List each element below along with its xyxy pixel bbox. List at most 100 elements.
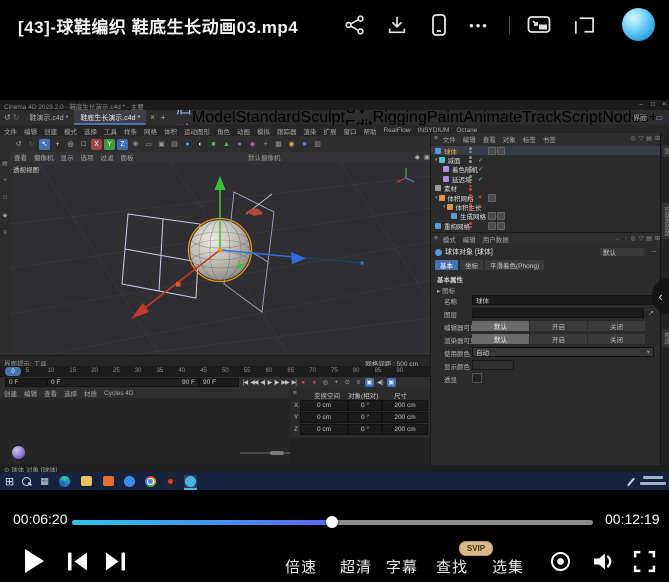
layout-tab-0[interactable]: 启动 — [176, 110, 192, 126]
menu-扩展[interactable]: 扩展 — [324, 126, 337, 136]
om-menu-对象[interactable]: 对象 — [503, 134, 516, 144]
object-row-延迟域[interactable]: 延迟域✓ — [431, 174, 661, 183]
toolbar-icon-16[interactable]: ▲ — [221, 139, 232, 150]
next-episode-button[interactable] — [104, 551, 127, 577]
toolbar-icon-5[interactable]: □ — [78, 139, 89, 150]
tri-option-开启[interactable]: 开启 — [530, 334, 588, 344]
transport-extra-3[interactable]: + — [332, 378, 341, 387]
visibility-dot[interactable] — [469, 194, 472, 197]
timeline-playhead[interactable]: 0 — [5, 367, 21, 376]
display-color-swatch[interactable] — [472, 360, 514, 370]
dock-tab-层[interactable]: 层 — [662, 145, 669, 157]
left-tool-icon-0[interactable]: ▤ — [2, 160, 8, 167]
left-tool-icon-1[interactable]: + — [3, 178, 7, 184]
coord-rotation-Z[interactable]: 0 ° — [348, 424, 382, 435]
current-frame-field[interactable]: 0 F — [5, 378, 47, 387]
transport-nav-0[interactable]: |◀ — [243, 379, 247, 386]
fullscreen-button[interactable] — [633, 550, 656, 578]
material-menu-查看[interactable]: 查看 — [44, 388, 57, 398]
toolbar-icon-12[interactable]: ▤ — [169, 139, 180, 150]
more-options-icon[interactable]: ••• — [466, 12, 492, 38]
am-menu-模式[interactable]: 模式 — [443, 234, 456, 244]
enabled-check-icon[interactable]: ✓ — [478, 175, 483, 183]
viewport-corner-icon-0[interactable]: ◆ — [415, 153, 420, 161]
disabled-cross-icon[interactable]: × — [478, 203, 482, 210]
disabled-cross-icon[interactable]: × — [478, 194, 482, 201]
coord-size-Z[interactable]: 200 cm — [382, 424, 428, 435]
object-row-生成网格[interactable]: 生成网格 — [431, 212, 661, 221]
left-tool-icon-3[interactable]: ◆ — [3, 212, 8, 219]
layout-tab-9[interactable]: Script — [561, 110, 602, 126]
xray-checkbox[interactable] — [472, 373, 482, 383]
attribute-tab-坐标[interactable]: 坐标 — [460, 260, 483, 270]
toolbar-icon-15[interactable]: ■ — [208, 139, 219, 150]
viewport-menu-摄像机[interactable]: 摄像机 — [34, 152, 54, 162]
transport-nav-3[interactable]: ▶ — [268, 379, 272, 386]
viewport-menu-选项[interactable]: 选项 — [81, 152, 94, 162]
visibility-dot[interactable] — [469, 147, 472, 150]
am-menu-用户数据[interactable]: 用户数据 — [483, 234, 509, 244]
visibility-dot[interactable] — [469, 175, 472, 178]
chrome-icon[interactable] — [144, 475, 157, 488]
transport-nav-5[interactable]: ▶▶ — [281, 379, 288, 386]
coords-mode-dropdown[interactable]: 对象(相对) — [348, 390, 378, 400]
document-tab-active[interactable]: 鞋底生长演示.c4d * — [74, 110, 146, 125]
om-icon-1[interactable]: ▽ — [639, 135, 644, 142]
toolbar-icon-19[interactable]: + — [260, 139, 271, 150]
object-tags[interactable] — [488, 194, 496, 202]
menu-创建[interactable]: 创建 — [44, 126, 57, 136]
transport-extra-5[interactable]: ≡ — [354, 378, 363, 387]
transport-nav-2[interactable]: ◀| — [260, 379, 264, 386]
use-color-dropdown[interactable]: 自动▾ — [472, 347, 654, 357]
material-menu-材质[interactable]: 材质 — [84, 388, 97, 398]
visibility-dots[interactable] — [469, 213, 472, 219]
redo-icon[interactable]: ↻ — [13, 113, 20, 122]
play-button[interactable] — [25, 549, 44, 573]
tag-icon[interactable] — [488, 194, 496, 202]
material-menu-创建[interactable]: 创建 — [4, 388, 17, 398]
am-menu-编辑[interactable]: 编辑 — [463, 234, 476, 244]
layout-tab-6[interactable]: Paint — [427, 110, 463, 126]
transport-extra-1[interactable]: ● — [310, 378, 319, 387]
preset-minus-icon[interactable]: – — [652, 248, 656, 255]
end-frame-field[interactable]: 90 F — [199, 378, 239, 387]
toolbar-icon-10[interactable]: ▭ — [143, 139, 154, 150]
download-icon[interactable] — [384, 12, 410, 38]
layer-picker-icon[interactable]: ↗ — [649, 309, 654, 317]
visibility-dot[interactable] — [469, 179, 472, 182]
layout-menu[interactable]: 界面 — [633, 113, 647, 123]
toolbar-icon-20[interactable]: ▦ — [273, 139, 284, 150]
visibility-dots[interactable] — [469, 166, 472, 172]
layout-tab-2[interactable]: Standard — [236, 110, 301, 126]
toolbar-icon-14[interactable]: ◐ — [195, 139, 206, 150]
tri-option-默认[interactable]: 默认 — [472, 334, 530, 344]
viewport-menu-过滤[interactable]: 过滤 — [101, 152, 114, 162]
toolbar-icon-22[interactable]: ■ — [299, 139, 310, 150]
expand-caret-icon[interactable]: ▾ — [443, 204, 446, 210]
dock-tab-内容浏览器[interactable]: 内容浏览器 — [662, 203, 669, 239]
visibility-dot[interactable] — [469, 222, 472, 225]
viewport-label[interactable]: 透视视图 — [13, 164, 39, 174]
om-icon-2[interactable]: ▤ — [646, 135, 652, 142]
menu-渲染[interactable]: 渲染 — [304, 126, 317, 136]
viewport-3d[interactable]: 透视视图 — [10, 162, 430, 355]
coords-menu-icon[interactable]: ≡ — [293, 390, 297, 397]
file-explorer-icon[interactable] — [80, 475, 93, 488]
transport-extra-0[interactable]: ● — [299, 378, 308, 387]
visibility-dot[interactable] — [469, 216, 472, 219]
menu-帮助[interactable]: 帮助 — [364, 126, 377, 136]
left-tool-icon-4[interactable]: ≡ — [3, 230, 7, 236]
object-row-体积网格[interactable]: ▾体积网格× — [431, 193, 661, 202]
timeline-ruler[interactable]: 0 51015202530354045505560657075808590 — [0, 366, 430, 377]
menu-编辑[interactable]: 编辑 — [24, 126, 37, 136]
om-menu-文件[interactable]: 文件 — [443, 134, 456, 144]
layer-input[interactable] — [472, 308, 644, 318]
visibility-dot[interactable] — [469, 185, 472, 188]
coord-position-X[interactable]: 0 cm — [300, 400, 348, 411]
om-menu-编辑[interactable]: 编辑 — [463, 134, 476, 144]
visibility-dot[interactable] — [469, 203, 472, 206]
object-row-着色随机[interactable]: 着色随机✓ — [431, 165, 661, 174]
attribute-tab-平滑着色(Phong)[interactable]: 平滑着色(Phong) — [485, 260, 544, 270]
viewport-menu-显示[interactable]: 显示 — [61, 152, 74, 162]
maximize-icon[interactable]: □ — [651, 101, 655, 108]
